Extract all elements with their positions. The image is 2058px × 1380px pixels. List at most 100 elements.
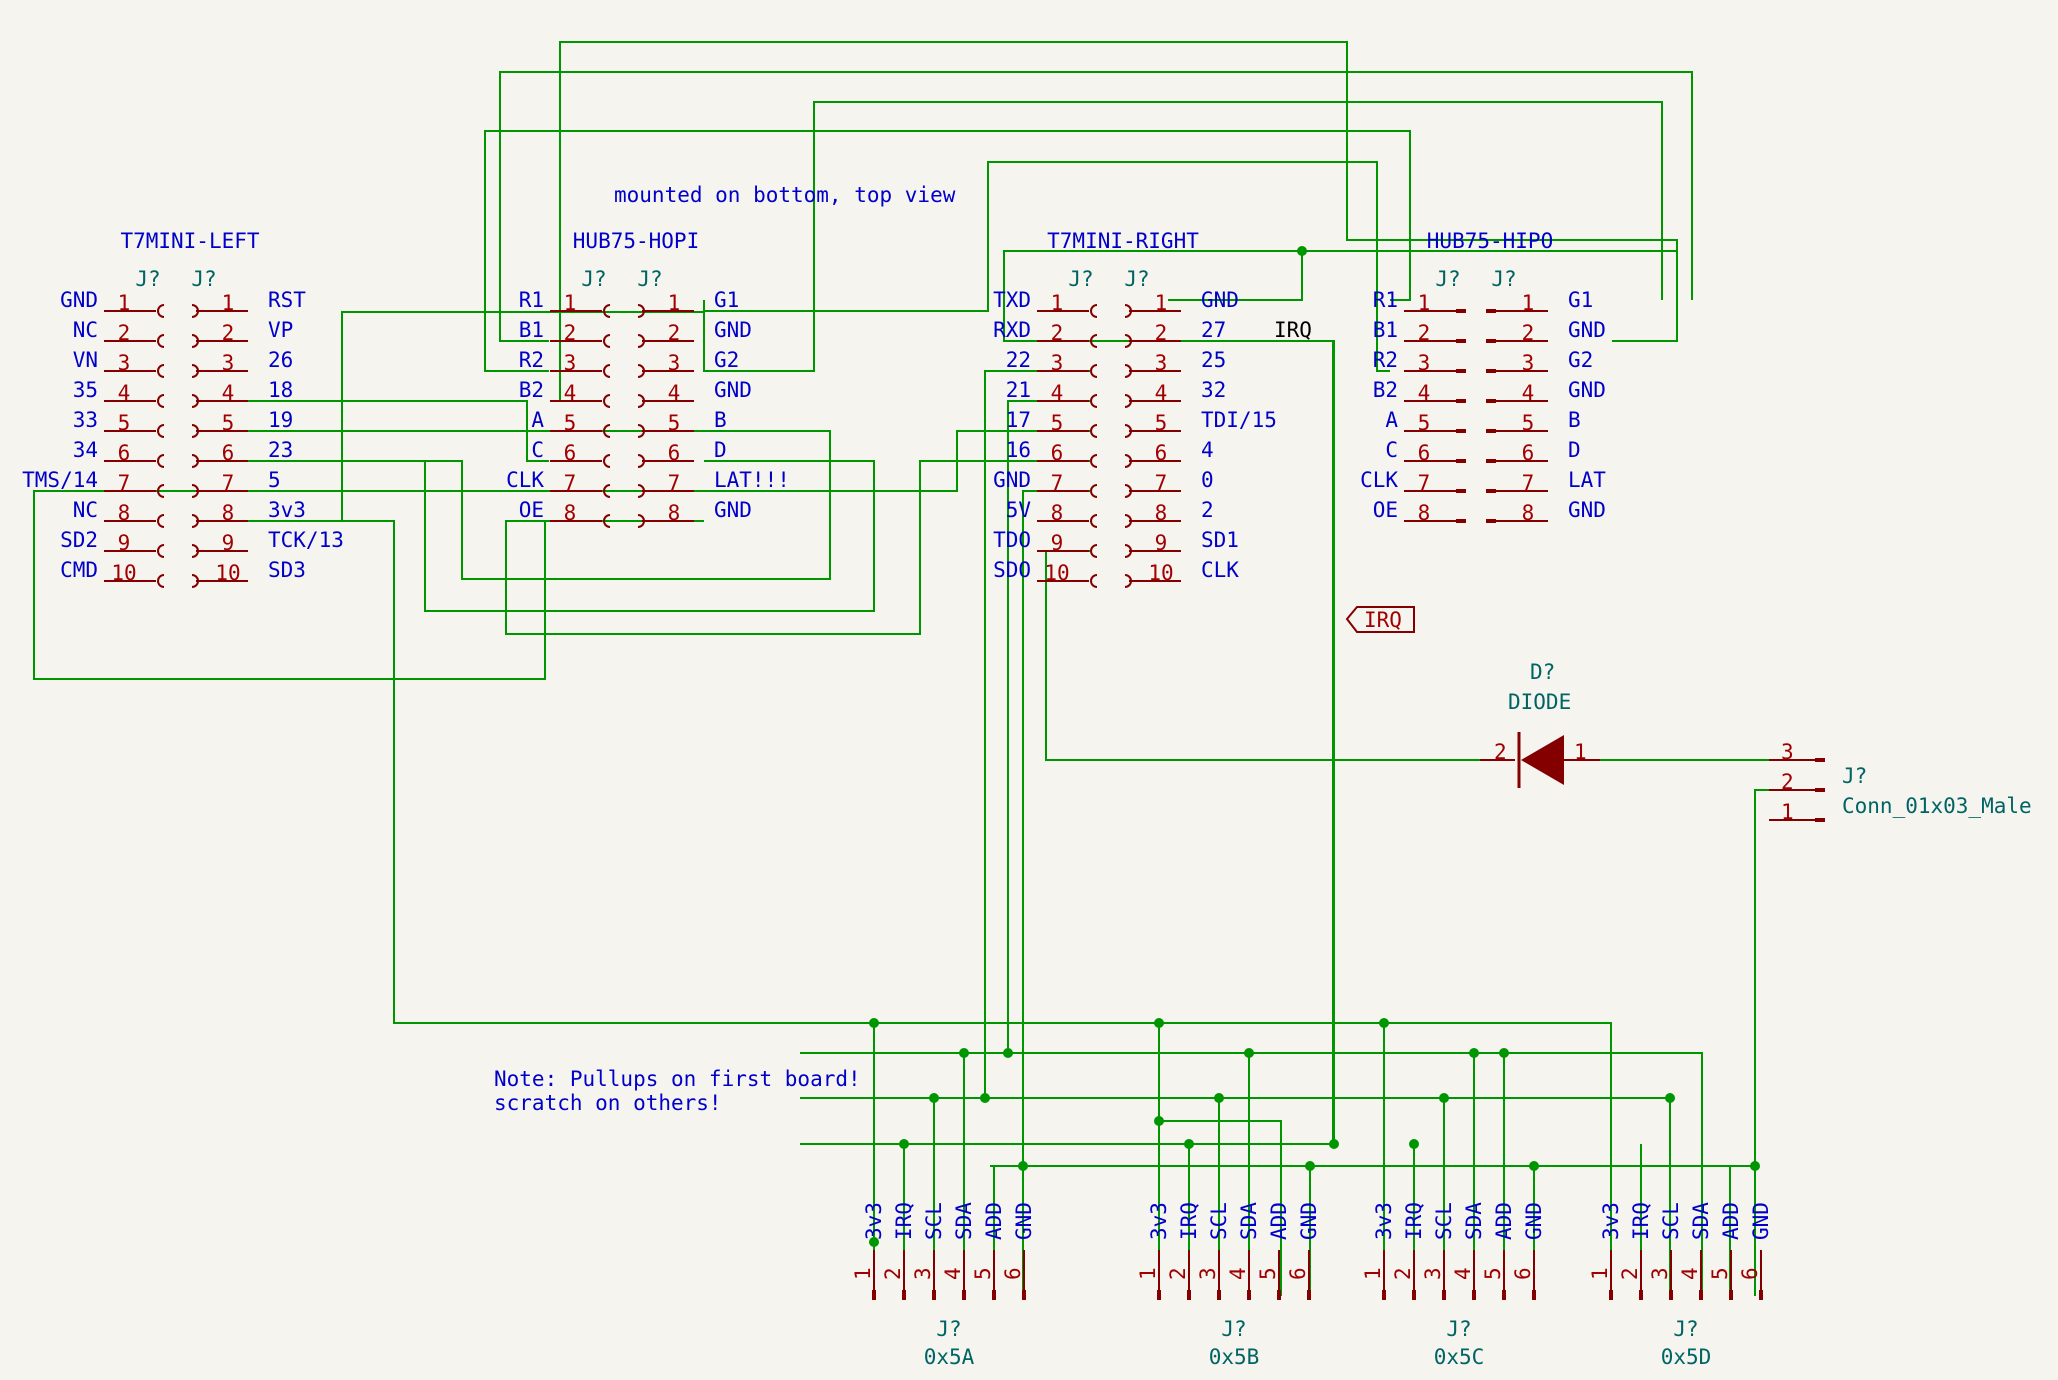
note-pullups-line1: Note: Pullups on first board!	[494, 1067, 861, 1091]
pin-number: 1	[1155, 291, 1168, 315]
socket-arc	[603, 394, 611, 408]
pin-signal-label: SCL	[1432, 1202, 1456, 1240]
junction-dot	[1379, 1018, 1389, 1028]
pin-number: 3	[118, 351, 131, 375]
pin-label: 25	[1201, 348, 1226, 372]
socket-arc	[1090, 364, 1098, 378]
pin-number: 2	[668, 321, 681, 345]
pin-number: 1	[851, 1267, 875, 1280]
header-t7mini-left[interactable]: T7MINI-LEFTJ? J?GND 1 1 RSTNC 2 2 VPVN 3 3 2635 4 4 1…	[22, 229, 344, 588]
pin-signal-label: GND	[1012, 1202, 1036, 1240]
pin-label: B1	[1373, 318, 1398, 342]
header-hub75-hopi[interactable]: HUB75-HOPI J? J? R1 1 1 G1 B1 2 2 GND R2 3 3 G2 B2 4 4 GND…	[506, 229, 790, 528]
header-ref: J?	[135, 267, 160, 291]
socket-arc	[1090, 484, 1098, 498]
pin-number: 8	[118, 501, 131, 525]
pin-number: 6	[668, 441, 681, 465]
i2c-connector-0x5c[interactable]: 1 3v3 2 IRQ 3 SCL 4 SDA 5 ADD 6 GND J? 0x5C	[1361, 1202, 1546, 1369]
socket-arc	[157, 364, 165, 378]
pin-number: 10	[111, 561, 136, 585]
socket-arc	[157, 394, 165, 408]
pin-label: SD2	[60, 528, 98, 552]
pin-signal-label: ADD	[982, 1202, 1006, 1240]
connector-value: 0x5A	[924, 1345, 975, 1369]
pin-number: 5	[222, 411, 235, 435]
pin-label: NC	[73, 318, 98, 342]
junction-dot	[1665, 1093, 1675, 1103]
junction-dot	[1329, 1139, 1339, 1149]
pin-signal-label: IRQ	[1177, 1202, 1201, 1240]
pin-label: GND	[714, 378, 752, 402]
pin-label: NC	[73, 498, 98, 522]
header-ref: J?	[637, 267, 662, 291]
pin-signal-label: SDA	[1462, 1202, 1486, 1240]
pin-number: 3	[1781, 740, 1794, 764]
pin-number: 1	[222, 291, 235, 315]
junction-dot	[1439, 1093, 1449, 1103]
pin-label: CLK	[1360, 468, 1398, 492]
diode-ref: D?	[1530, 660, 1555, 684]
pin-number: 8	[1051, 501, 1064, 525]
diode-component[interactable]: D? DIODE 2 1	[1480, 660, 1600, 788]
note-pullups-line2: scratch on others!	[494, 1091, 722, 1115]
connector-value: Conn_01x03_Male	[1842, 794, 2032, 818]
pin-signal-label: IRQ	[1629, 1202, 1653, 1240]
pin-label: C	[531, 438, 544, 462]
pin-label: GND	[1568, 318, 1606, 342]
pin-number: 8	[222, 501, 235, 525]
junction-dot	[929, 1093, 939, 1103]
pin-number: 5	[1256, 1267, 1280, 1280]
header-hub75-hipo[interactable]: HUB75-HIPO J? J? R1 1 1 G1 B1 2 2 GND R2 3 3 G2 B2 4 4 GND…	[1360, 229, 1606, 525]
pin-label: B2	[1373, 378, 1398, 402]
pin-number: 5	[1481, 1267, 1505, 1280]
pin-number: 3	[1155, 351, 1168, 375]
hierarchical-label-irq[interactable]: IRQ	[1345, 606, 1415, 633]
pin-signal-label: ADD	[1267, 1202, 1291, 1240]
header-ref: J?	[581, 267, 606, 291]
pin-label: 18	[268, 378, 293, 402]
junction-dot	[959, 1048, 969, 1058]
pin-label: R1	[1373, 288, 1398, 312]
pin-number: 4	[1522, 381, 1535, 405]
header-ref: J?	[1491, 267, 1516, 291]
i2c-connector-0x5a[interactable]: 1 3v3 2 IRQ 3 SCL 4 SDA 5 ADD 6 GND J? 0x5A	[851, 1202, 1036, 1369]
socket-arc	[1090, 514, 1098, 528]
pin-label: TDI/15	[1201, 408, 1277, 432]
pin-number: 9	[1051, 531, 1064, 555]
pin-number: 2	[1781, 770, 1794, 794]
header-t7mini-right[interactable]: T7MINI-RIGHTJ? J?TXD 1 1 GNDRXD 2 2 2722 3 3 2521 4…	[993, 229, 1277, 588]
pin-label: OE	[1373, 498, 1398, 522]
pin-number: 3	[564, 351, 577, 375]
pin-label: D	[714, 438, 727, 462]
wire	[424, 460, 875, 612]
pin-number: 2	[222, 321, 235, 345]
pin-number: 3	[1196, 1267, 1220, 1280]
pin-label: GND	[1568, 498, 1606, 522]
flag-text: IRQ	[1364, 608, 1402, 632]
pin-label: VP	[268, 318, 293, 342]
pin-number: 2	[1166, 1267, 1190, 1280]
i2c-connector-0x5b[interactable]: 1 3v3 2 IRQ 3 SCL 4 SDA 5 ADD 6 GND J? 0x5B	[1136, 1202, 1321, 1369]
pin-number: 3	[911, 1267, 935, 1280]
pin-number: 7	[222, 471, 235, 495]
pin-number: 4	[1155, 381, 1168, 405]
net-label-irq: IRQ	[1274, 318, 1312, 342]
junction-dot	[1469, 1048, 1479, 1058]
pin-label: SD3	[268, 558, 306, 582]
pin-label: 32	[1201, 378, 1226, 402]
pin-number: 4	[1226, 1267, 1250, 1280]
pin-label: G2	[1568, 348, 1593, 372]
pin-number: 4	[1451, 1267, 1475, 1280]
connector-3pin[interactable]: 3 2 1 J? Conn_01x03_Male	[1769, 740, 2032, 824]
pin-label: GND	[60, 288, 98, 312]
i2c-connector-0x5d[interactable]: 1 3v3 2 IRQ 3 SCL 4 SDA 5 ADD 6 GND J? 0x5D	[1588, 1202, 1773, 1369]
pin-number: 5	[1708, 1267, 1732, 1280]
pin-signal-label: IRQ	[892, 1202, 916, 1240]
pin-number: 9	[222, 531, 235, 555]
pin-signal-label: GND	[1749, 1202, 1773, 1240]
pin-signal-label: SCL	[922, 1202, 946, 1240]
pin-number: 7	[1522, 471, 1535, 495]
junction-dots	[869, 246, 1760, 1247]
junction-dot	[1214, 1093, 1224, 1103]
pin-label: RXD	[993, 318, 1031, 342]
